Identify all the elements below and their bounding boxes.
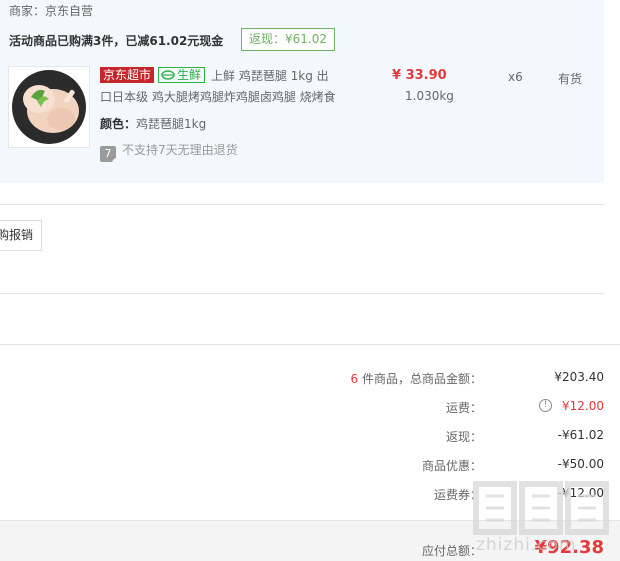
merchant-label: 商家：	[9, 4, 46, 18]
order-item-panel: 商家：京东自营 活动商品已购满3件，已减61.02元现金 返现：¥61.02 京…	[0, 0, 604, 183]
leaf-icon	[161, 70, 175, 80]
product-weight: 1.030kg	[405, 89, 454, 103]
promo-text: 活动商品已购满3件，已减61.02元现金	[9, 34, 224, 48]
rebate-badge: 返现：¥61.02	[241, 28, 335, 51]
info-icon[interactable]: !	[539, 399, 552, 412]
total-goods-label-text: 件商品，总商品金额：	[358, 372, 482, 386]
chicken-leg-image	[12, 70, 86, 144]
summary-divider	[0, 344, 620, 345]
no-return-notice: 7 不支持7天无理由退货	[100, 141, 238, 163]
section-divider	[0, 293, 604, 294]
invoice-button[interactable]: 购报销	[0, 220, 42, 251]
merchant-line: 商家：京东自营	[9, 2, 93, 19]
jd-supermarket-tag: 京东超市	[100, 67, 155, 83]
product-title-line2[interactable]: 口日本级 鸡大腿烤鸡腿炸鸡腿卤鸡腿 烧烤食	[100, 88, 336, 105]
product-quantity: x6	[508, 70, 523, 84]
cashback-value: -¥61.02	[557, 428, 604, 442]
coupon-value: -¥12.00	[557, 486, 604, 500]
fresh-tag-label: 生鲜	[177, 68, 202, 82]
promo-line: 活动商品已购满3件，已减61.02元现金	[9, 32, 223, 49]
no-return-text: 不支持7天无理由退货	[122, 143, 238, 157]
total-goods-value: ¥203.40	[554, 370, 604, 384]
shipping-label: 运费：	[445, 401, 482, 415]
payable-label: 应付总额：	[421, 544, 482, 558]
summary-total-goods-row: 6 件商品，总商品金额： ¥203.40	[0, 370, 620, 390]
color-label: 颜色：	[100, 117, 137, 131]
summary-cashback-row: 返现： -¥61.02	[0, 428, 620, 448]
discount-label: 商品优惠：	[421, 459, 482, 473]
product-price: ¥ 33.90	[392, 68, 447, 83]
color-value: 鸡琵琶腿1kg	[136, 117, 207, 131]
shipping-value: ¥12.00	[562, 399, 604, 413]
discount-value: -¥50.00	[557, 457, 604, 471]
fresh-tag: 生鲜	[158, 67, 206, 83]
summary-discount-row: 商品优惠： -¥50.00	[0, 457, 620, 477]
seven-day-return-icon: 7	[100, 146, 117, 163]
product-title-row[interactable]: 京东超市 生鲜 上鲜 鸡琵琶腿 1kg 出	[100, 67, 340, 84]
total-goods-label: 6 件商品，总商品金额：	[351, 370, 482, 387]
summary-shipping-row: 运费： ! ¥12.00	[0, 399, 620, 419]
product-title-line1[interactable]: 上鲜 鸡琵琶腿 1kg 出	[211, 69, 329, 83]
summary-coupon-row: 运费券： -¥12.00	[0, 486, 620, 506]
coupon-label: 运费券：	[433, 488, 482, 502]
stock-status: 有货	[558, 72, 583, 86]
watermark-text: zhizhi.com	[476, 535, 577, 555]
section-divider	[0, 204, 604, 205]
merchant-name: 京东自营	[45, 4, 94, 18]
cashback-label: 返现：	[445, 430, 482, 444]
product-color: 颜色：鸡琵琶腿1kg	[100, 115, 206, 132]
product-thumbnail[interactable]	[8, 66, 90, 148]
